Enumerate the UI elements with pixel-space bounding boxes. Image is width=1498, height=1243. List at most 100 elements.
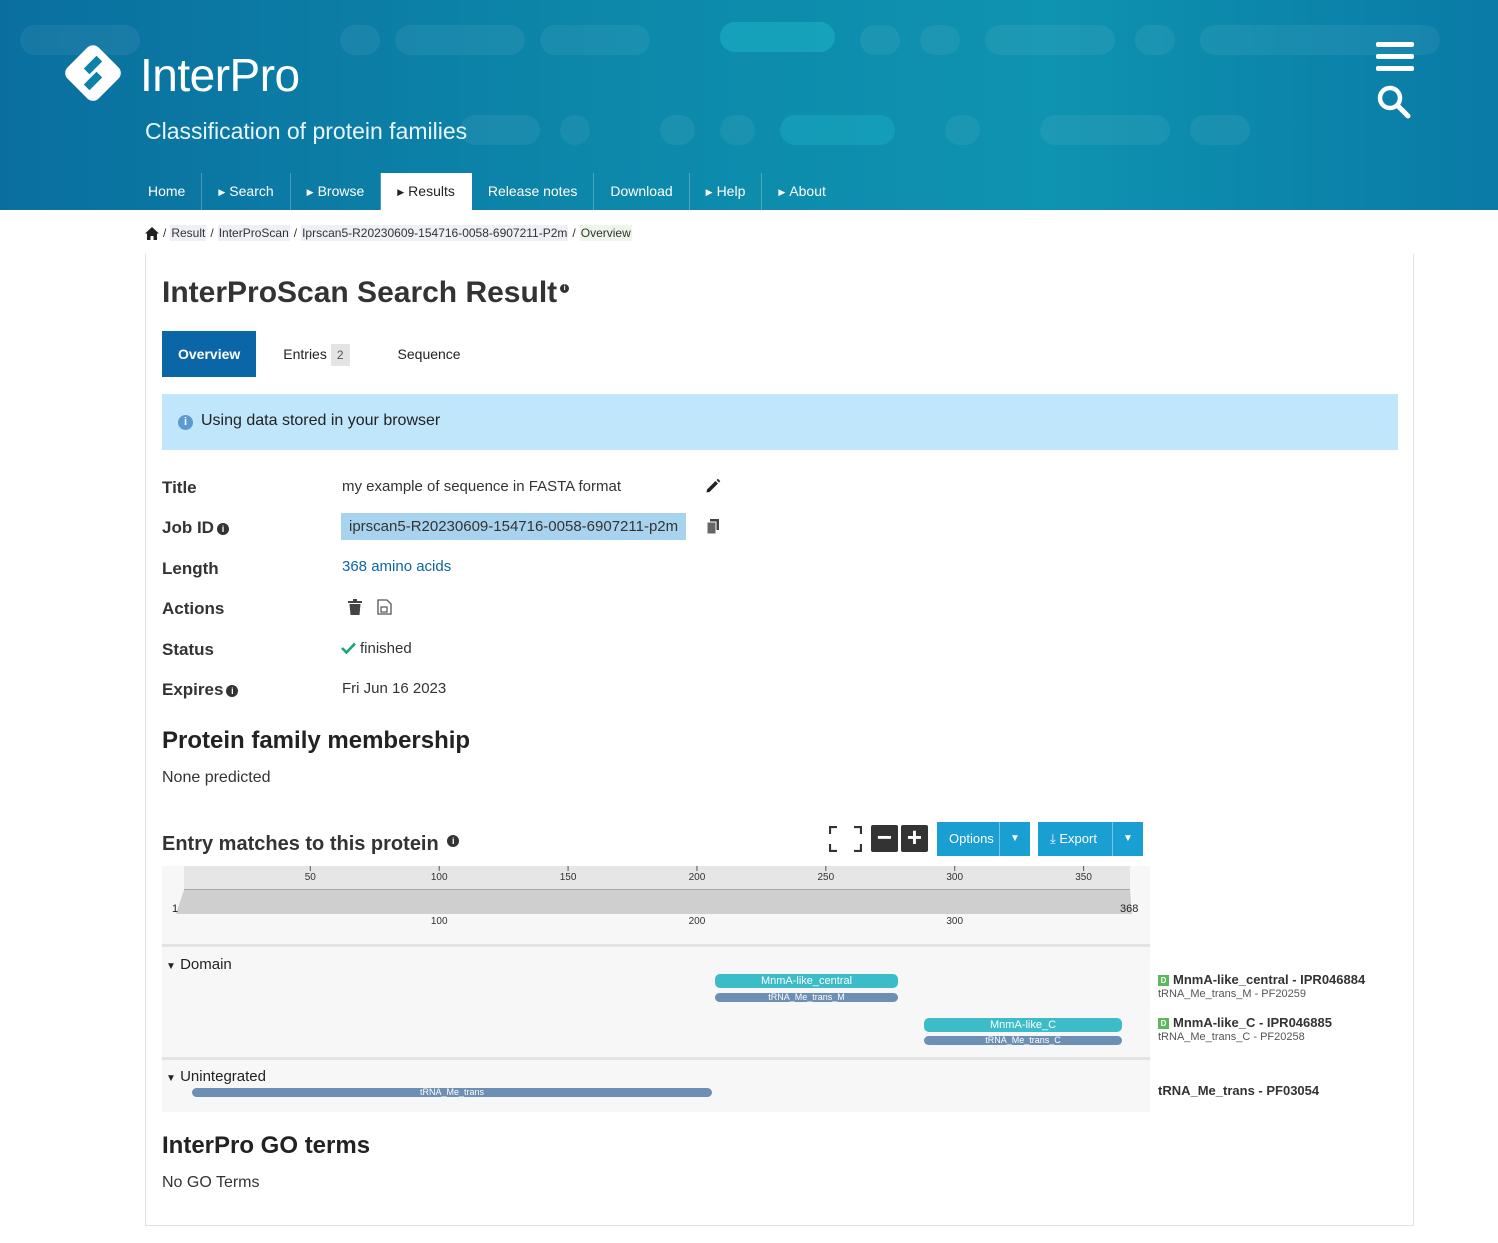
title-label: Title xyxy=(162,478,197,497)
trash-icon[interactable] xyxy=(348,599,362,615)
actions-label: Actions xyxy=(162,599,225,618)
legend-item[interactable]: D MnmA-like_central - IPR046884 tRNA_Me_tr… xyxy=(1158,972,1365,1000)
ruler-tick-label: 50 xyxy=(305,872,317,883)
nav-search[interactable]: ▶ Search xyxy=(202,173,291,210)
jobid-label: Job ID i xyxy=(162,518,229,538)
feature-trna-me-trans-c[interactable]: tRNA_Me_trans_C xyxy=(923,1036,1123,1045)
nav-about[interactable]: ▶ About xyxy=(762,173,842,210)
ruler-bottom-label: 200 xyxy=(689,916,706,927)
matches-heading: Entry matches to this protein i xyxy=(162,833,460,856)
page-title: InterProScan Search Result i xyxy=(162,276,570,310)
title-value: my example of sequence in FASTA format xyxy=(342,478,622,495)
track-divider xyxy=(162,944,1150,947)
home-icon[interactable] xyxy=(145,226,159,240)
zoom-in-button[interactable]: + xyxy=(901,824,928,852)
nav-browse[interactable]: ▶ Browse xyxy=(291,173,382,210)
nav-help[interactable]: ▶ Help xyxy=(690,173,763,210)
interpro-logo-icon[interactable] xyxy=(62,42,124,104)
hamburger-menu-icon[interactable] xyxy=(1376,42,1414,74)
go-heading: InterPro GO terms xyxy=(162,1132,371,1159)
save-file-icon[interactable] xyxy=(377,599,392,615)
caret-right-icon: ▶ xyxy=(306,187,314,197)
unintegrated-track-toggle[interactable]: ▼ Unintegrated xyxy=(166,1068,266,1085)
ruler-tick-label: 250 xyxy=(817,872,834,883)
search-icon[interactable] xyxy=(1376,84,1412,120)
family-heading: Protein family membership xyxy=(162,727,471,754)
caret-down-icon: ▼ xyxy=(166,1073,176,1084)
breadcrumb-separator: / xyxy=(163,226,167,240)
zoom-out-button[interactable]: − xyxy=(871,824,898,852)
caret-down-icon: ▼ xyxy=(166,961,176,972)
ruler-end-label: 368 xyxy=(1120,903,1138,915)
nav-results[interactable]: ▶ Results xyxy=(381,173,472,210)
check-icon xyxy=(341,642,356,654)
legend-item[interactable]: tRNA_Me_trans - PF03054 xyxy=(1158,1083,1319,1098)
edit-pencil-icon[interactable] xyxy=(705,478,721,494)
breadcrumb-separator: / xyxy=(210,226,214,240)
breadcrumb-interproscan[interactable]: InterProScan xyxy=(217,225,290,241)
caret-right-icon: ▶ xyxy=(705,187,713,197)
status-label: Status xyxy=(162,640,214,659)
feature-mnma-like-c[interactable]: MnmA-like_C xyxy=(923,1018,1123,1032)
go-text: No GO Terms xyxy=(162,1174,260,1191)
feature-trna-me-trans[interactable]: tRNA_Me_trans xyxy=(191,1088,713,1097)
breadcrumb-separator: / xyxy=(293,226,298,240)
breadcrumb-job[interactable]: Iprscan5-R20230609-154716-0058-6907211-P… xyxy=(301,225,569,241)
tab-entries[interactable]: Entries 2 xyxy=(256,331,365,377)
ruler-tick-label: 150 xyxy=(560,872,577,883)
chevron-down-icon[interactable]: ▼ xyxy=(1112,822,1143,856)
domain-badge: D xyxy=(1158,975,1169,986)
result-tabs: Overview Entries 2 Sequence xyxy=(162,331,477,377)
info-icon: i xyxy=(178,415,193,430)
options-dropdown-button[interactable]: Options ▼ xyxy=(937,822,1030,856)
protein-viewer: 50 100 150 200 250 300 350 100 200 300 1 368 ▼ Doma… xyxy=(162,866,1150,1112)
ruler-start-label: 1 xyxy=(172,903,178,915)
site-name[interactable]: InterPro xyxy=(140,48,300,102)
ruler-top-band xyxy=(184,866,1130,890)
ruler-tick-label: 350 xyxy=(1075,872,1092,883)
export-dropdown-button[interactable]: ⤓ Export ▼ xyxy=(1038,822,1143,856)
tab-sequence[interactable]: Sequence xyxy=(366,331,477,377)
download-icon: ⤓ xyxy=(1050,831,1056,846)
options-label: Options xyxy=(949,831,994,846)
length-value-link[interactable]: 368 amino acids xyxy=(342,558,451,575)
info-callout: i Using data stored in your browser xyxy=(162,394,1398,450)
chevron-down-icon[interactable]: ▼ xyxy=(999,822,1030,856)
caret-right-icon: ▶ xyxy=(397,187,405,197)
domain-badge: D xyxy=(1158,1018,1169,1029)
sequence-ruler[interactable]: 50 100 150 200 250 300 350 100 200 300 1 368 xyxy=(162,866,1150,946)
jobid-info-icon[interactable]: i xyxy=(216,523,229,535)
status-value: finished xyxy=(360,640,412,657)
export-label: Export xyxy=(1059,831,1097,846)
caret-right-icon: ▶ xyxy=(218,187,226,197)
title-info-icon[interactable]: i xyxy=(557,283,570,294)
ruler-bottom-label: 100 xyxy=(431,916,448,927)
copy-icon[interactable] xyxy=(707,519,719,534)
tab-overview[interactable]: Overview xyxy=(162,331,257,377)
feature-mnma-like-central[interactable]: MnmA-like_central xyxy=(714,974,898,988)
ruler-tick-label: 300 xyxy=(946,872,963,883)
ruler-bottom-label: 300 xyxy=(946,916,963,927)
nav-release-notes[interactable]: Release notes xyxy=(472,173,595,210)
breadcrumb: / Result / InterProScan / Iprscan5-R2023… xyxy=(145,225,632,241)
fullscreen-icon[interactable] xyxy=(829,826,862,852)
nav-home[interactable]: Home xyxy=(132,173,203,210)
breadcrumb-result[interactable]: Result xyxy=(170,225,207,241)
feature-trna-me-trans-m[interactable]: tRNA_Me_trans_M xyxy=(714,993,898,1002)
ruler-tick-label: 200 xyxy=(689,872,706,883)
breadcrumb-separator: / xyxy=(572,226,576,240)
jobid-value[interactable]: iprscan5-R20230609-154716-0058-6907211-p… xyxy=(341,513,687,540)
ruler-tick-label: 100 xyxy=(431,872,448,883)
site-tagline: Classification of protein families xyxy=(145,118,468,144)
ruler-track-band xyxy=(176,890,1132,914)
expires-info-icon[interactable]: i xyxy=(226,685,239,697)
callout-text: Using data stored in your browser xyxy=(201,412,441,429)
nav-download[interactable]: Download xyxy=(594,173,690,210)
family-text: None predicted xyxy=(162,769,271,786)
length-label: Length xyxy=(162,559,219,578)
matches-info-icon[interactable]: i xyxy=(447,835,460,847)
breadcrumb-overview: Overview xyxy=(579,225,632,241)
masthead: InterPro Classification of protein famil… xyxy=(0,0,1498,210)
legend-item[interactable]: D MnmA-like_C - IPR046885 tRNA_Me_trans_C … xyxy=(1158,1015,1332,1043)
domain-track-toggle[interactable]: ▼ Domain xyxy=(166,956,232,973)
